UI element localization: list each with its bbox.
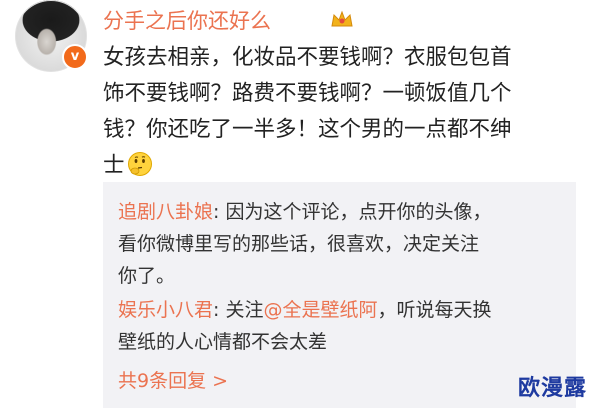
post-line: 饰不要钱啊？路费不要钱啊？一顿饭值几个: [103, 81, 512, 106]
post-line: 女孩去相亲，化妆品不要钱啊？衣服包包首: [103, 45, 512, 70]
reply-box: 追剧八卦娘: 因为这个评论，点开你的头像， 看你微博里写的那些话，很喜欢，决定关…: [103, 182, 576, 408]
reply-line: 娱乐小八君: 关注@全是壁纸阿，听说每天换: [118, 294, 568, 326]
thinking-emoji-icon: [127, 152, 152, 176]
reply-text: 因为这个评论，点开你的头像，: [225, 201, 492, 223]
reply-text: 关注: [225, 299, 264, 321]
verified-v-icon: v: [62, 44, 88, 70]
reply-line: 追剧八卦娘: 因为这个评论，点开你的头像，: [118, 196, 568, 228]
crown-icon: [331, 10, 353, 27]
reply-text: ，听说每天换: [377, 299, 492, 321]
more-replies-link[interactable]: 共9条回复 >: [118, 368, 228, 394]
reply-separator: :: [213, 299, 226, 321]
username[interactable]: 分手之后你还好么: [103, 8, 271, 34]
post-line-text: 士: [103, 153, 125, 178]
mention-link[interactable]: @全是壁纸阿: [263, 299, 377, 321]
reply-author[interactable]: 追剧八卦娘: [118, 201, 213, 223]
reply-separator: :: [213, 201, 226, 223]
reply-item: 追剧八卦娘: 因为这个评论，点开你的头像， 看你微博里写的那些话，很喜欢，决定关…: [118, 196, 568, 292]
post-body: 女孩去相亲，化妆品不要钱啊？衣服包包首 饰不要钱啊？路费不要钱啊？一顿饭值几个 …: [103, 40, 573, 184]
reply-author[interactable]: 娱乐小八君: [118, 299, 213, 321]
reply-line: 看你微博里写的那些话，很喜欢，决定关注: [118, 233, 480, 255]
post-line: 钱？你还吃了一半多！这个男的一点都不绅: [103, 117, 512, 142]
watermark: 欧漫露: [517, 376, 587, 401]
reply-item: 娱乐小八君: 关注@全是壁纸阿，听说每天换 壁纸的人心情都不会太差: [118, 294, 568, 358]
reply-line: 你了。: [118, 265, 176, 287]
reply-line: 壁纸的人心情都不会太差: [118, 331, 328, 353]
post-line: 士: [103, 148, 573, 184]
